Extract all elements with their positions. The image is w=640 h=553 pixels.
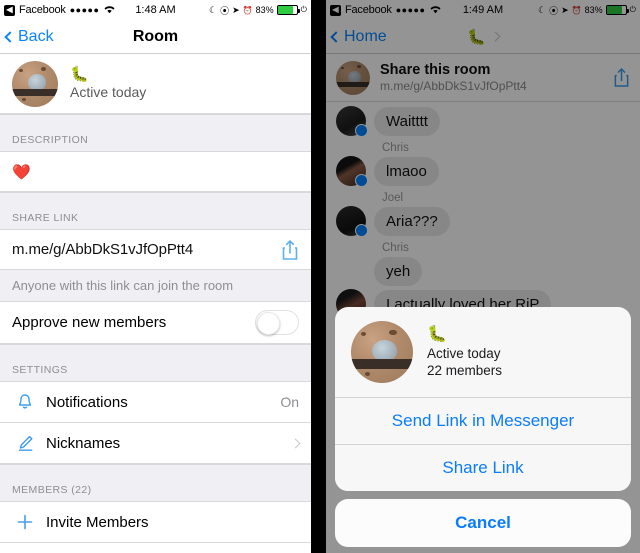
approve-new-members-toggle[interactable] xyxy=(255,310,299,335)
message-bubble[interactable]: yeh xyxy=(374,257,423,286)
right-nav-bar: Home 🐛 xyxy=(326,20,640,54)
battery-icon xyxy=(276,5,300,15)
plus-icon xyxy=(12,513,38,531)
avatar xyxy=(336,156,368,187)
share-room-banner-link: m.me/g/AbbDkS1vJfOpPtt4 xyxy=(380,79,527,93)
room-name: 🐛 xyxy=(70,65,89,83)
status-clock: 1:49 AM xyxy=(462,4,504,16)
avatar xyxy=(336,206,368,237)
nicknames-row[interactable]: Nicknames xyxy=(0,423,311,464)
room-active-status: Active today xyxy=(70,84,147,101)
message-sender-name: Joel xyxy=(382,192,404,204)
share-action-sheet: 🐛 Active today 22 members Send Link in M… xyxy=(335,307,631,547)
screenshot-divider xyxy=(311,0,326,553)
message-list: Waitttt Chris lmaoo Joel Aria??? Chris y… xyxy=(326,102,640,319)
message-row[interactable]: Aria??? xyxy=(326,206,640,237)
chevron-right-icon xyxy=(490,31,501,42)
room-active-status: Active today xyxy=(427,345,501,361)
notifications-label: Notifications xyxy=(46,393,128,411)
room-name: 🐛 xyxy=(427,326,447,344)
section-header-members: MEMBERS (22) xyxy=(0,464,311,502)
conversation-title[interactable]: 🐛 xyxy=(326,28,640,46)
message-bubble[interactable]: Aria??? xyxy=(374,207,450,236)
message-sender-name: Chris xyxy=(382,242,409,254)
send-link-in-messenger-button[interactable]: Send Link in Messenger xyxy=(335,398,631,444)
bell-icon xyxy=(12,393,38,411)
room-avatar xyxy=(351,321,413,383)
section-header-share-link: SHARE LINK xyxy=(0,192,311,230)
chevron-right-icon xyxy=(290,438,301,448)
right-status-bar: ◀ Facebook ●●●●● 1:49 AM ☾ ⦿ ➤ ⏰ 83% ⏻ xyxy=(326,0,640,20)
conversation-title-emoji: 🐛 xyxy=(467,28,486,46)
message-sender-name: Chris xyxy=(382,142,409,154)
pencil-icon xyxy=(12,434,38,452)
description-value: ❤️ xyxy=(12,163,31,181)
approve-new-members-label: Approve new members xyxy=(12,314,167,331)
share-link-hint: Anyone with this link can join the room xyxy=(0,270,311,302)
status-clock: 1:48 AM xyxy=(135,4,176,16)
room-header[interactable]: 🐛 Active today xyxy=(0,54,311,114)
battery-icon xyxy=(605,5,629,15)
share-link-button[interactable]: Share Link xyxy=(335,444,631,491)
description-cell[interactable]: ❤️ xyxy=(0,152,311,192)
avatar xyxy=(336,106,368,137)
invite-members-label: Invite Members xyxy=(46,513,149,531)
section-header-settings: SETTINGS xyxy=(0,344,311,382)
message-row[interactable]: yeh xyxy=(326,256,640,286)
room-member-count: 22 members xyxy=(427,362,503,378)
screenshot-stage: ◀ Facebook ●●●●● 1:48 AM ☾ ⦿ ➤ ⏰ 83% ⏻ B… xyxy=(0,0,640,553)
share-icon[interactable] xyxy=(613,67,630,88)
share-link-value: m.me/g/AbbDkS1vJfOpPtt4 xyxy=(12,241,194,258)
seen-badge xyxy=(355,174,368,187)
left-phone-screen: ◀ Facebook ●●●●● 1:48 AM ☾ ⦿ ➤ ⏰ 83% ⏻ B… xyxy=(0,0,311,553)
right-phone-screen: ◀ Facebook ●●●●● 1:49 AM ☾ ⦿ ➤ ⏰ 83% ⏻ H… xyxy=(326,0,640,553)
cancel-button[interactable]: Cancel xyxy=(335,499,631,547)
invite-members-row[interactable]: Invite Members xyxy=(0,502,311,543)
message-bubble[interactable]: Waitttt xyxy=(374,107,440,136)
action-sheet-group: 🐛 Active today 22 members Send Link in M… xyxy=(335,307,631,491)
share-room-banner[interactable]: Share this room m.me/g/AbbDkS1vJfOpPtt4 xyxy=(326,54,640,102)
action-sheet-info: 🐛 Active today 22 members xyxy=(427,326,502,378)
action-sheet-header: 🐛 Active today 22 members xyxy=(335,307,631,398)
message-row[interactable]: Waitttt xyxy=(326,106,640,137)
notifications-row[interactable]: Notifications On xyxy=(0,382,311,423)
share-room-banner-title: Share this room xyxy=(380,62,491,78)
approve-new-members-cell[interactable]: Approve new members xyxy=(0,302,311,344)
seen-badge xyxy=(355,224,368,237)
room-avatar xyxy=(336,60,370,95)
share-link-cell[interactable]: m.me/g/AbbDkS1vJfOpPtt4 xyxy=(0,230,311,270)
message-row[interactable]: lmaoo xyxy=(326,156,640,187)
notifications-value: On xyxy=(280,394,299,410)
room-avatar[interactable] xyxy=(12,60,58,107)
left-status-bar: ◀ Facebook ●●●●● 1:48 AM ☾ ⦿ ➤ ⏰ 83% ⏻ xyxy=(0,0,311,20)
nicknames-label: Nicknames xyxy=(46,434,121,452)
page-title: Room xyxy=(132,27,179,45)
left-nav-bar: Back Room xyxy=(0,20,311,54)
share-room-banner-text: Share this room m.me/g/AbbDkS1vJfOpPtt4 xyxy=(380,62,527,93)
message-bubble[interactable]: lmaoo xyxy=(374,157,439,186)
section-header-description: DESCRIPTION xyxy=(0,114,311,152)
seen-badge xyxy=(355,124,368,137)
room-meta: 🐛 Active today xyxy=(70,65,147,101)
share-icon[interactable] xyxy=(281,239,299,261)
